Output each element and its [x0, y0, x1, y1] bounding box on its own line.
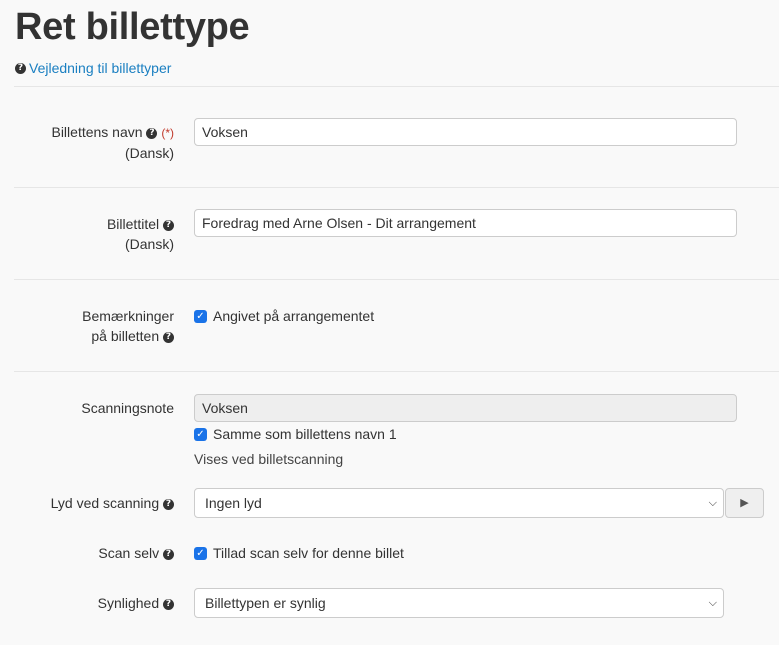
chevron-down-icon: ⌵ [708, 597, 717, 609]
self-scan-checkbox[interactable]: ✓ [194, 546, 207, 560]
name-input[interactable]: Voksen [194, 118, 737, 146]
help-icon[interactable]: ? [163, 331, 174, 343]
self-scan-checkbox-label: Tillad scan selv for denne billet [213, 545, 404, 561]
remarks-checkbox[interactable]: ✓ [194, 309, 207, 323]
help-icon[interactable]: ? [163, 548, 174, 560]
lang-label: (Dansk) [124, 145, 174, 161]
scan-note-checkbox[interactable]: ✓ [194, 427, 207, 441]
ticket-title-input[interactable]: Foredrag med Arne Olsen - Dit arrangemen… [194, 209, 737, 237]
play-sound-button[interactable]: ▶ [725, 488, 764, 518]
scan-note-input[interactable]: Voksen [194, 394, 737, 422]
scan-sound-selected: Ingen lyd [205, 495, 262, 511]
scan-note-hint: Vises ved billetscanning [194, 451, 344, 467]
chevron-down-icon: ⌵ [708, 497, 717, 509]
required-mark: (*) [161, 126, 174, 140]
remarks-checkbox-label: Angivet på arrangementet [213, 308, 375, 324]
help-link-label: Vejledning til billettyper [29, 60, 172, 76]
scan-sound-select[interactable]: Ingen lyd ⌵ [194, 488, 724, 518]
visibility-selected: Billettypen er synlig [205, 595, 326, 611]
help-icon[interactable]: ? [163, 498, 174, 510]
help-icon[interactable]: ? [163, 219, 174, 231]
scan-sound-label: Lyd ved scanning ? [51, 493, 174, 513]
lang-label: (Dansk) [124, 236, 174, 252]
remarks-label: Bemærkninger på billetten ? [82, 308, 174, 344]
self-scan-label: Scan selv ? [98, 543, 174, 563]
visibility-label: Synlighed ? [98, 593, 174, 613]
ticket-title-label: Billettitel ? (Dansk) [106, 216, 174, 252]
divider [14, 187, 779, 188]
visibility-select[interactable]: Billettypen er synlig ⌵ [194, 588, 724, 618]
self-scan-checkbox-row[interactable]: ✓ Tillad scan selv for denne billet [194, 545, 404, 561]
help-icon[interactable]: ? [163, 598, 174, 610]
divider [14, 371, 779, 372]
page-title: Ret billettype [15, 6, 250, 48]
remarks-checkbox-row[interactable]: ✓ Angivet på arrangementet [194, 308, 374, 324]
scan-note-checkbox-row[interactable]: ✓ Samme som billettens navn 1 [194, 426, 397, 442]
name-label: Billettens navn ? (*) (Dansk) [51, 124, 174, 161]
scan-note-checkbox-label: Samme som billettens navn 1 [213, 426, 397, 442]
help-icon[interactable]: ? [146, 127, 158, 139]
help-link[interactable]: ? Vejledning til billettyper [15, 60, 171, 76]
scan-note-label: Scanningsnote [81, 400, 174, 416]
help-icon: ? [15, 62, 26, 74]
divider [14, 279, 779, 280]
divider [14, 86, 779, 87]
play-icon: ▶ [740, 497, 749, 509]
